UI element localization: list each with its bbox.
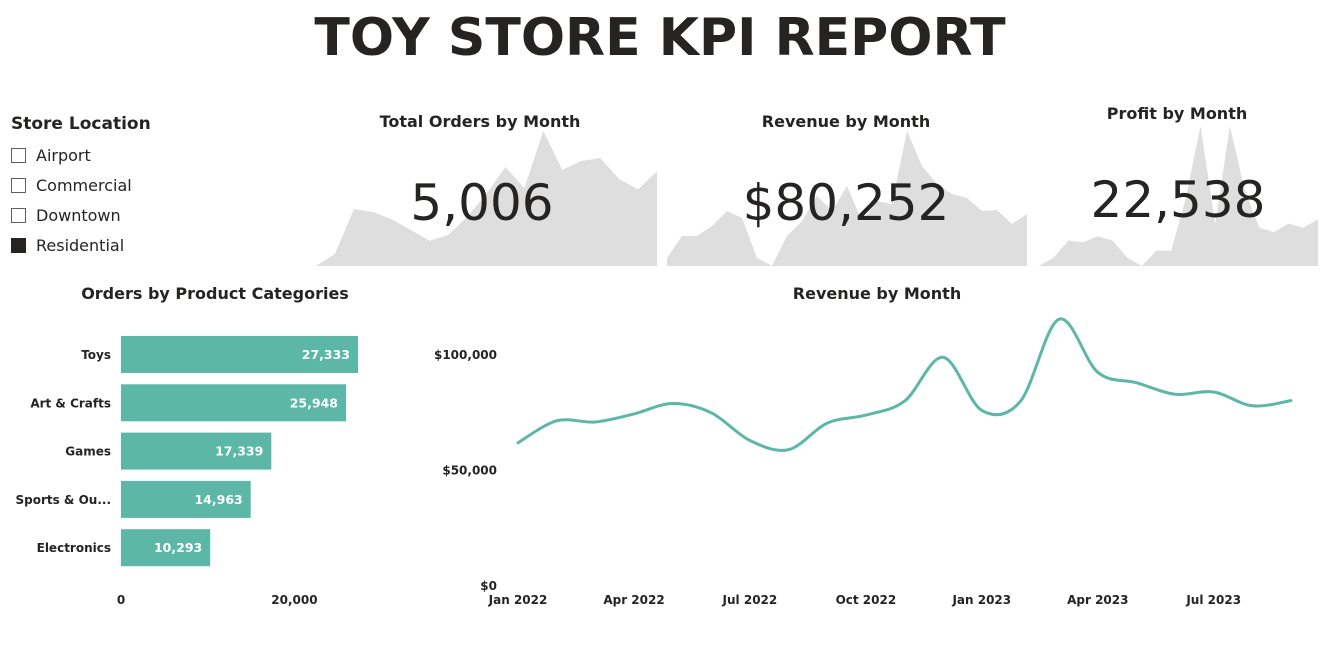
revenue-value: $80,252: [743, 174, 950, 232]
x-tick-label: Oct 2022: [836, 593, 897, 607]
revenue-title: Revenue by Month: [762, 112, 930, 131]
x-tick-label: Jul 2023: [1185, 593, 1241, 607]
x-tick-label: Apr 2022: [603, 593, 664, 607]
bar-category-label: Toys: [81, 348, 111, 362]
profit-value: 22,538: [1091, 171, 1266, 229]
bar-value-label: 10,293: [154, 540, 202, 555]
x-tick-label: 20,000: [271, 593, 317, 607]
bar-category-label: Art & Crafts: [30, 396, 111, 410]
bar-chart-title: Orders by Product Categories: [81, 284, 349, 303]
bar-value-label: 14,963: [194, 492, 242, 507]
y-tick-label: $100,000: [434, 348, 497, 362]
dashboard-canvas: Total Orders by Month 5,006 Revenue by M…: [15, 104, 1318, 607]
bar-category-label: Sports & Ou...: [15, 493, 111, 507]
x-tick-label: Apr 2023: [1067, 593, 1128, 607]
kpi-card-profit[interactable]: Profit by Month 22,538: [1039, 104, 1318, 266]
y-tick-label: $0: [480, 579, 497, 593]
total-orders-value: 5,006: [410, 174, 553, 232]
x-tick-label: 0: [117, 593, 125, 607]
line-chart-title: Revenue by Month: [793, 284, 961, 303]
bar-category-label: Electronics: [37, 541, 111, 555]
bar-value-label: 17,339: [215, 444, 263, 459]
x-tick-label: Jan 2023: [951, 593, 1011, 607]
revenue-line[interactable]: [516, 317, 1293, 452]
y-tick-label: $50,000: [442, 464, 497, 478]
orders-by-category-chart[interactable]: Orders by Product Categories Toys 27,333 A…: [15, 284, 358, 607]
profit-title: Profit by Month: [1107, 104, 1247, 123]
x-tick-label: Jan 2022: [488, 593, 548, 607]
kpi-card-revenue[interactable]: Revenue by Month $80,252: [667, 112, 1027, 266]
total-orders-title: Total Orders by Month: [380, 112, 581, 131]
x-tick-label: Jul 2022: [722, 593, 778, 607]
bar-value-label: 27,333: [302, 347, 350, 362]
revenue-line-chart[interactable]: Revenue by Month $0 $50,000 $100,000 Jan 20…: [434, 284, 1293, 607]
bar-category-label: Games: [65, 445, 111, 459]
bar-chart-plot: Toys 27,333 Art & Crafts 25,948 Games 17,339 S…: [15, 336, 358, 607]
line-chart-plot: $0 $50,000 $100,000 Jan 2022 Apr 2022 Jul 202…: [434, 317, 1293, 607]
kpi-card-total-orders[interactable]: Total Orders by Month 5,006: [316, 112, 657, 266]
bar-value-label: 25,948: [290, 395, 338, 410]
